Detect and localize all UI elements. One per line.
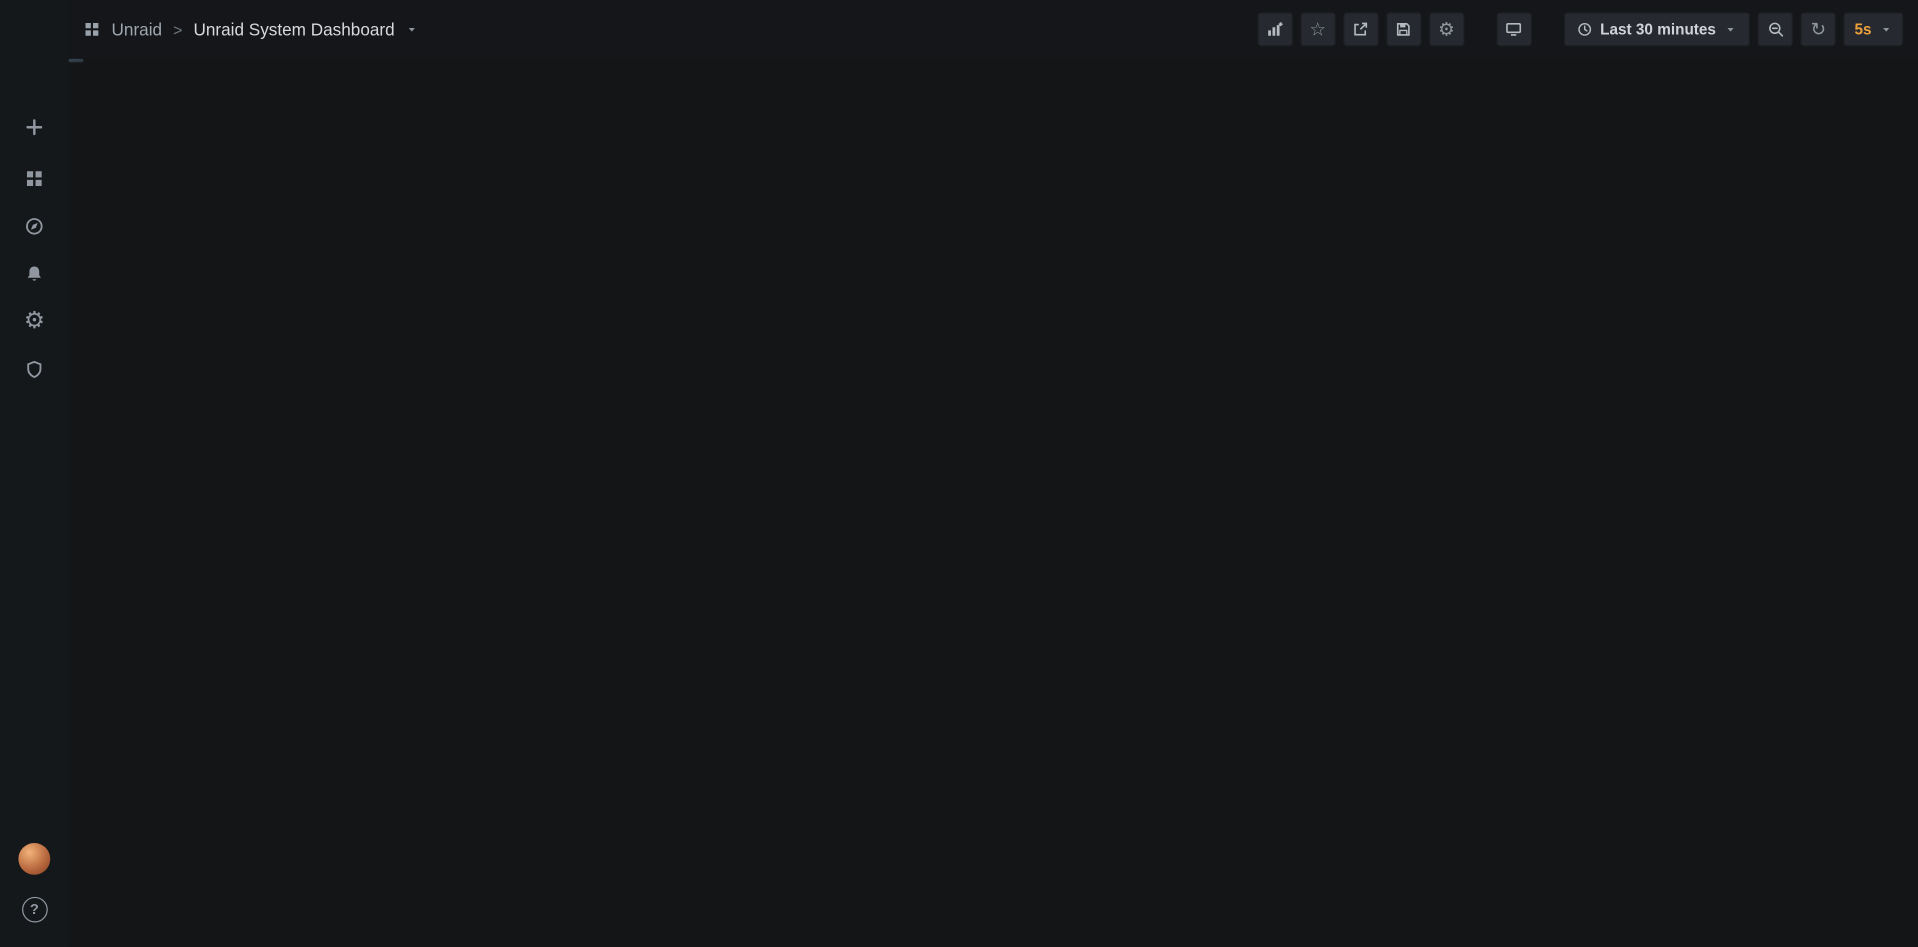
time-range-label: Last 30 minutes bbox=[1600, 21, 1716, 38]
cycle-view-monitor-button[interactable] bbox=[1496, 12, 1532, 46]
explore-compass-icon[interactable] bbox=[0, 212, 69, 241]
breadcrumb-separator: > bbox=[173, 20, 182, 38]
chevron-down-icon[interactable] bbox=[406, 23, 418, 35]
add-panel-button[interactable] bbox=[1257, 12, 1293, 46]
dashboard-canvas: kWh Price 0.65 Currency kr UPS Max Outpu… bbox=[69, 59, 84, 63]
breadcrumb-folder[interactable]: Unraid bbox=[112, 20, 163, 40]
help-icon[interactable]: ? bbox=[0, 894, 69, 923]
user-avatar[interactable] bbox=[0, 842, 69, 876]
refresh-interval-picker[interactable]: 5s bbox=[1843, 12, 1903, 46]
share-dashboard-button[interactable] bbox=[1343, 12, 1379, 46]
refresh-interval-label: 5s bbox=[1854, 21, 1871, 38]
dashboard-grid-icon[interactable] bbox=[83, 21, 100, 38]
breadcrumb: Unraid > Unraid System Dashboard bbox=[83, 20, 418, 40]
time-range-picker[interactable]: Last 30 minutes bbox=[1563, 12, 1750, 46]
grafana-logo[interactable] bbox=[0, 10, 69, 52]
refresh-button[interactable]: ↻ bbox=[1801, 12, 1837, 46]
dashboards-icon[interactable] bbox=[0, 164, 69, 193]
configuration-gear-icon[interactable]: ⚙ bbox=[0, 306, 69, 335]
dashboard-settings-button[interactable]: ⚙ bbox=[1429, 12, 1465, 46]
server-admin-shield-icon[interactable] bbox=[0, 355, 69, 384]
dashboard-title[interactable]: Unraid System Dashboard bbox=[193, 20, 394, 40]
star-dashboard-button[interactable]: ☆ bbox=[1300, 12, 1336, 46]
alerting-bell-icon[interactable] bbox=[0, 259, 69, 288]
create-icon[interactable] bbox=[0, 113, 69, 142]
grafana-app: ⚙ ? Unraid > Unraid System Dashboard ☆ ⚙… bbox=[0, 0, 1918, 947]
topbar-actions: ☆ ⚙ Last 30 minutes ↻ 5s bbox=[1257, 12, 1903, 46]
sidebar: ⚙ ? bbox=[0, 0, 69, 947]
topbar: Unraid > Unraid System Dashboard ☆ ⚙ Las… bbox=[69, 0, 1918, 59]
zoom-out-time-button[interactable] bbox=[1758, 12, 1794, 46]
save-dashboard-button[interactable] bbox=[1386, 12, 1422, 46]
